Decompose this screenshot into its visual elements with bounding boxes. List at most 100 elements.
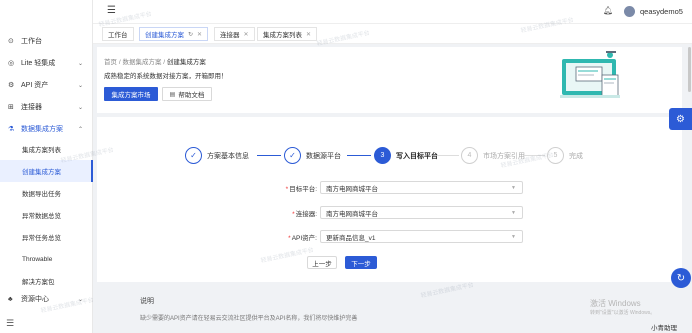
header-description: 成熟稳定的系统数据对接方案，开箱即用！: [104, 73, 228, 80]
step-source-platform: ✓ 数据源平台: [284, 147, 341, 164]
connector-select[interactable]: 南方电网商城平台 ▼: [320, 206, 523, 219]
chevron-down-icon: ⌄: [77, 104, 83, 111]
main-card: ✓ 方案基本信息 ✓ 数据源平台 3 写入目标平台 4 市场方案引用 5 完成 …: [97, 117, 682, 282]
step-number: 3: [374, 147, 391, 164]
scrollbar[interactable]: [688, 47, 691, 92]
connector-label: *连接器:: [292, 210, 317, 218]
top-bar: ☰ 🔔︎ qeasydemo5: [93, 0, 692, 24]
step-label: 数据源平台: [306, 152, 341, 160]
step-label: 完成: [569, 152, 583, 160]
sidebar-item-integration[interactable]: ⚗ 数据集成方案 ⌃: [0, 118, 93, 140]
close-icon[interactable]: ✕: [244, 31, 249, 38]
assistant-icon[interactable]: ↻: [671, 268, 691, 288]
tab-create-solution[interactable]: 创建集成方案 ↻ ✕: [139, 27, 209, 41]
breadcrumb-integration[interactable]: 数据集成方案: [122, 59, 161, 66]
sidebar-item-label: Lite 轻集成: [21, 60, 56, 67]
bell-icon[interactable]: 🔔︎: [603, 6, 613, 15]
chevron-down-icon: ⌄: [77, 82, 83, 89]
step-target-platform: 3 写入目标平台: [374, 147, 438, 164]
resource-icon: ♣: [8, 295, 13, 303]
chevron-down-icon: ⌄: [77, 60, 83, 67]
tab-workbench[interactable]: 工作台: [102, 27, 134, 41]
sidebar-sub-abnormal-task[interactable]: 异常任务总览: [0, 226, 93, 248]
prev-step-button[interactable]: 上一步: [307, 256, 337, 269]
assistant-label[interactable]: 小青助理: [651, 322, 677, 332]
label-text: 目标平台:: [289, 185, 317, 193]
label-text: API资产:: [291, 234, 317, 242]
step-label: 方案基本信息: [207, 152, 249, 160]
breadcrumb: 首页 / 数据集成方案 / 创建集成方案: [104, 59, 206, 66]
menu-toggle-icon[interactable]: ☰: [107, 5, 116, 16]
step-basic-info: ✓ 方案基本信息: [185, 147, 249, 164]
sidebar-item-label: 数据集成方案: [21, 126, 63, 133]
tab-label: 工作台: [108, 32, 128, 39]
step-number: 4: [461, 147, 478, 164]
refresh-icon[interactable]: ↻: [188, 31, 193, 38]
help-doc-button[interactable]: ▤ 帮助文档: [162, 87, 212, 101]
check-icon: ✓: [185, 147, 202, 164]
help-doc-label: 帮助文档: [178, 92, 205, 99]
chevron-down-icon: ▼: [511, 184, 516, 191]
tab-label: 创建集成方案: [145, 32, 184, 39]
sidebar-item-lite[interactable]: ◎ Lite 轻集成 ⌄: [0, 52, 93, 74]
api-asset-select[interactable]: 更新商品信息_v1 ▼: [320, 230, 523, 243]
step-connector: [347, 155, 371, 156]
label-text: 连接器:: [295, 210, 317, 218]
select-value: 南方电网商城平台: [326, 210, 378, 218]
username[interactable]: qeasydemo5: [640, 7, 683, 16]
header-card: 首页 / 数据集成方案 / 创建集成方案 成熟稳定的系统数据对接方案，开箱即用！…: [97, 47, 682, 113]
tab-connector[interactable]: 连接器 ✕: [214, 27, 255, 41]
tab-bar: 工作台 创建集成方案 ↻ ✕ 连接器 ✕ 集成方案列表 ✕: [93, 24, 692, 44]
check-icon: ✓: [284, 147, 301, 164]
tab-label: 集成方案列表: [263, 32, 302, 39]
api-asset-label: *API资产:: [288, 234, 317, 242]
collapse-menu-icon[interactable]: ☰: [6, 318, 14, 329]
chevron-up-icon: ⌃: [77, 126, 83, 133]
description-text: 缺少需要的API资产请在轻易云交流社区提供平台及API名称，我们将尽快维护完善: [140, 316, 358, 322]
close-icon[interactable]: ✕: [306, 31, 311, 38]
settings-gear-icon[interactable]: ⚙: [669, 108, 692, 130]
windows-activation-subtitle: 转到"设置"以激活 Windows。: [590, 310, 656, 316]
description-title: 说明: [140, 298, 154, 305]
api-icon: ⚙: [8, 82, 15, 89]
target-platform-row: *目标平台: 南方电网商城平台 ▼: [227, 181, 523, 194]
sidebar-sub-export-task[interactable]: 数据导出任务: [0, 182, 93, 204]
solution-market-button[interactable]: 集成方案市场: [104, 87, 158, 101]
home-icon: ⊙: [8, 38, 14, 45]
sidebar-item-label: 工作台: [21, 38, 42, 45]
chevron-down-icon: ▼: [511, 233, 516, 240]
step-connector: [257, 155, 281, 156]
sidebar-item-label: API 资产: [21, 82, 49, 89]
target-platform-select[interactable]: 南方电网商城平台 ▼: [320, 181, 523, 194]
step-label: 写入目标平台: [396, 152, 438, 160]
sidebar-item-workbench[interactable]: ⊙ 工作台: [0, 30, 93, 52]
connector-icon: ⊞: [8, 104, 14, 111]
sidebar: ⊙ 工作台 ◎ Lite 轻集成 ⌄ ⚙ API 资产 ⌄ ⊞ 连接器 ⌄ ⚗ …: [0, 0, 93, 333]
tab-solution-list[interactable]: 集成方案列表 ✕: [257, 27, 318, 41]
target-platform-label: *目标平台:: [285, 185, 317, 193]
watermark: 轻易云数据集成平台: [420, 282, 475, 300]
sidebar-item-api[interactable]: ⚙ API 资产 ⌄: [0, 74, 93, 96]
next-step-button[interactable]: 下一步: [345, 256, 377, 269]
sidebar-item-label: 资源中心: [21, 296, 49, 303]
sidebar-sub-throwable[interactable]: Throwable: [0, 248, 93, 270]
avatar[interactable]: [624, 6, 635, 17]
step-connector: [437, 155, 459, 156]
api-asset-row: *API资产: 更新商品信息_v1 ▼: [227, 230, 523, 243]
sidebar-item-connector[interactable]: ⊞ 连接器 ⌄: [0, 96, 93, 118]
integration-icon: ⚗: [8, 126, 15, 133]
sidebar-sub-create-solution[interactable]: 创建集成方案: [0, 160, 93, 182]
breadcrumb-home[interactable]: 首页: [104, 59, 117, 66]
header-illustration: [560, 51, 620, 98]
chevron-down-icon: ▼: [511, 209, 516, 216]
windows-activation-title: 激活 Windows: [590, 299, 641, 308]
lite-icon: ◎: [8, 60, 15, 67]
close-icon[interactable]: ✕: [197, 31, 202, 38]
tab-label: 连接器: [220, 32, 240, 39]
sidebar-sub-abnormal-data[interactable]: 异常数据总览: [0, 204, 93, 226]
sidebar-item-label: 连接器: [21, 104, 42, 111]
doc-icon: ▤: [169, 91, 176, 98]
select-value: 南方电网商城平台: [326, 185, 378, 193]
select-value: 更新商品信息_v1: [326, 234, 376, 242]
breadcrumb-current: 创建集成方案: [166, 59, 206, 66]
